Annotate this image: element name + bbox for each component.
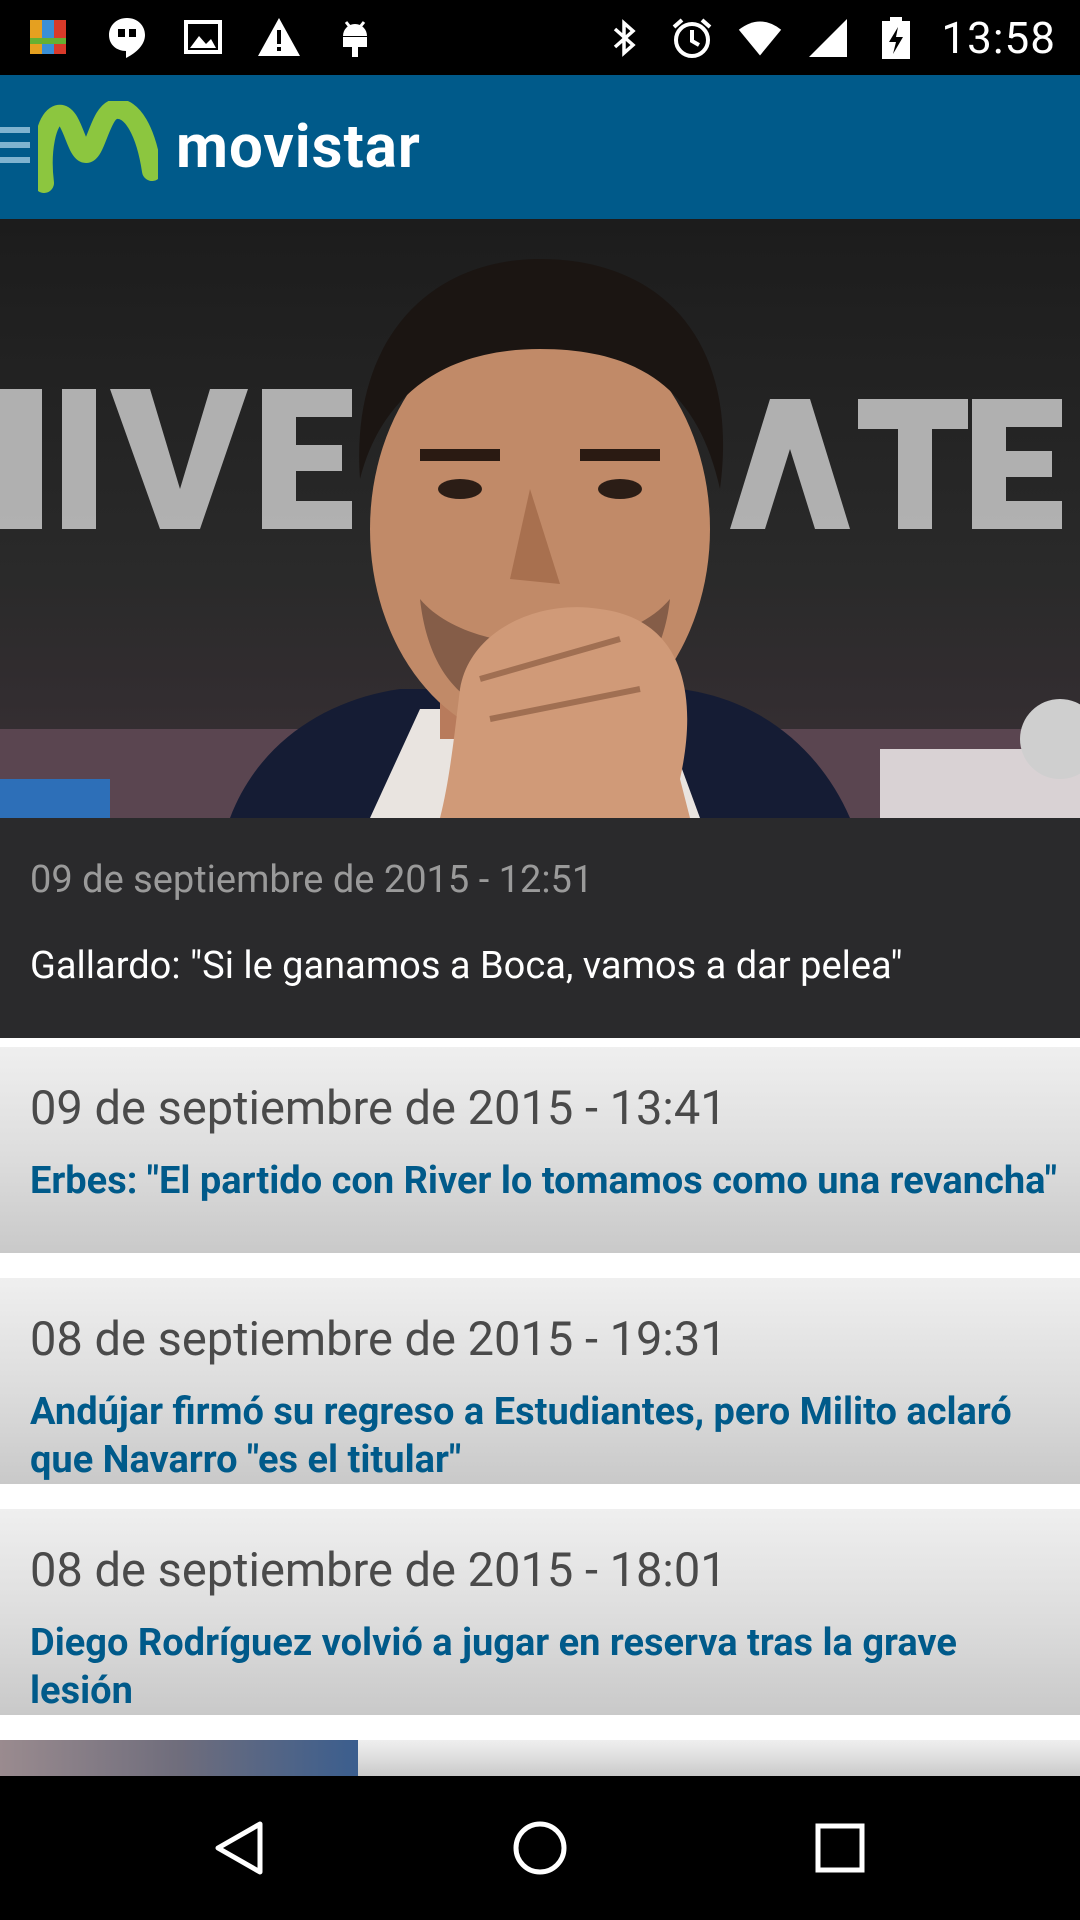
featured-article-image <box>0 219 1080 818</box>
news-item[interactable]: 08 de septiembre de 2015 - 18:01 Diego R… <box>0 1509 1080 1715</box>
featured-article-date: 09 de septiembre de 2015 - 12:51 <box>30 858 594 902</box>
hangouts-icon <box>104 14 150 60</box>
brand-name: movistar <box>176 111 421 182</box>
bluetooth-icon <box>601 15 647 61</box>
featured-article-title: Gallardo: "Si le ganamos a Boca, vamos a… <box>30 944 903 988</box>
status-bar: 13:58 <box>0 0 1080 75</box>
android-debug-icon <box>332 14 378 60</box>
movistar-logo-icon <box>32 99 162 193</box>
news-item-date: 09 de septiembre de 2015 - 13:41 <box>30 1081 727 1136</box>
news-item-thumbnail <box>0 1740 358 1776</box>
news-item-date: 08 de septiembre de 2015 - 18:01 <box>30 1543 727 1598</box>
hamburger-icon[interactable] <box>0 127 30 171</box>
back-icon[interactable] <box>210 1818 270 1878</box>
navigation-bar <box>0 1776 1080 1920</box>
battery-charging-icon <box>873 15 919 61</box>
app-bar: movistar <box>0 75 1080 219</box>
recents-icon[interactable] <box>810 1818 870 1878</box>
news-item-partial[interactable] <box>0 1740 1080 1776</box>
news-item[interactable]: 08 de septiembre de 2015 - 19:31 Andújar… <box>0 1278 1080 1484</box>
featured-article-caption: 09 de septiembre de 2015 - 12:51 Gallard… <box>0 818 1080 1038</box>
featured-article[interactable]: 09 de septiembre de 2015 - 12:51 Gallard… <box>0 219 1080 1038</box>
warning-icon <box>256 14 302 60</box>
wifi-icon <box>737 15 783 61</box>
cell-signal-icon <box>805 15 851 61</box>
alarm-icon <box>669 15 715 61</box>
news-item[interactable]: 09 de septiembre de 2015 - 13:41 Erbes: … <box>0 1047 1080 1253</box>
news-item-title: Andújar firmó su regreso a Estudiantes, … <box>30 1390 1012 1482</box>
status-time: 13:58 <box>941 12 1056 64</box>
home-icon[interactable] <box>510 1818 570 1878</box>
avg-antivirus-icon <box>28 14 74 60</box>
news-item-title: Diego Rodríguez volvió a jugar en reserv… <box>30 1621 957 1713</box>
news-item-title: Erbes: "El partido con River lo tomamos … <box>30 1159 1057 1203</box>
gallery-icon <box>180 14 226 60</box>
news-item-date: 08 de septiembre de 2015 - 19:31 <box>30 1312 727 1367</box>
